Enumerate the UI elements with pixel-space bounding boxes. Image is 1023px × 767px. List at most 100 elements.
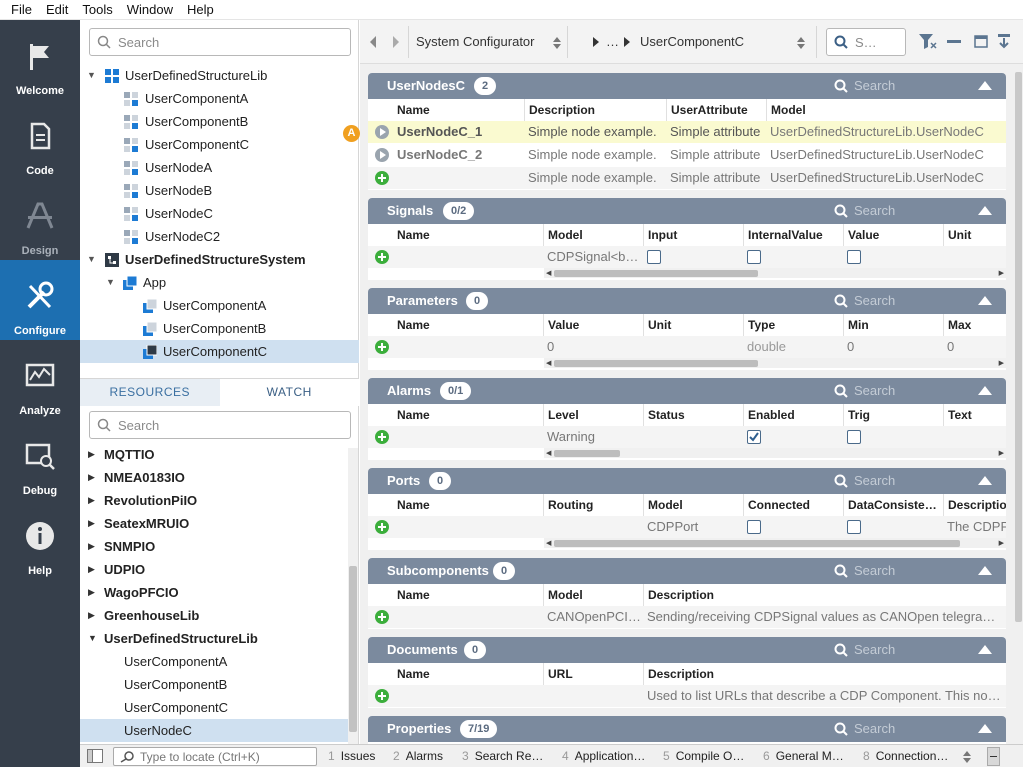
node-model[interactable]: UserDefinedStructureLib.UserNodeC xyxy=(766,144,1004,166)
resource-item[interactable]: ▼ UserDefinedStructureLib xyxy=(80,627,348,650)
collapse-icon[interactable] xyxy=(978,645,992,654)
menu-help[interactable]: Help xyxy=(180,0,221,20)
tree-item-usercomponenta[interactable]: UserComponentA xyxy=(80,87,359,110)
add-document-button[interactable] xyxy=(375,689,389,703)
forward-arrow-icon[interactable] xyxy=(391,36,401,48)
download-icon[interactable] xyxy=(997,34,1011,50)
dataconsistency-checkbox[interactable] xyxy=(847,520,861,534)
scroll-right-icon[interactable]: ▶ xyxy=(999,269,1004,277)
signal-model[interactable]: CDPSignal<b… xyxy=(543,246,641,268)
tree-item-usercomponentc[interactable]: UserComponentC xyxy=(80,133,359,156)
locate-input[interactable]: Type to locate (Ctrl+K) xyxy=(113,747,317,766)
resource-item[interactable]: ▶ RevolutionPiIO xyxy=(80,489,348,512)
col-input[interactable]: Input xyxy=(643,224,743,246)
node-attribute[interactable]: Simple attribute xyxy=(666,144,766,166)
chevron-right-icon[interactable]: ▶ xyxy=(88,535,95,558)
scrollbar-thumb[interactable] xyxy=(554,450,620,457)
nav-debug[interactable]: Debug xyxy=(0,420,80,500)
table-row[interactable] xyxy=(368,426,1006,448)
breadcrumb-current[interactable]: UserComponentC xyxy=(640,20,744,64)
col-model[interactable]: Model xyxy=(643,494,743,516)
chevron-right-icon[interactable]: ▶ xyxy=(88,466,95,489)
col-connected[interactable]: Connected xyxy=(743,494,843,516)
node-description[interactable]: Simple node example. xyxy=(524,144,666,166)
col-trig[interactable]: Trig xyxy=(843,404,943,426)
nav-configure[interactable]: Configure xyxy=(0,260,80,340)
play-icon[interactable] xyxy=(375,148,389,162)
col-type[interactable]: Type xyxy=(743,314,843,336)
alarms-hscrollbar[interactable]: ◀ ▶ xyxy=(544,448,1006,458)
scroll-left-icon[interactable]: ◀ xyxy=(546,449,551,457)
chevron-right-icon[interactable]: ▶ xyxy=(88,581,95,604)
status-tab-search-results[interactable]: 3 Search Re… xyxy=(462,749,543,763)
col-level[interactable]: Level xyxy=(543,404,643,426)
scroll-right-icon[interactable]: ▶ xyxy=(999,359,1004,367)
section-header[interactable]: Alarms 0/1 Search xyxy=(368,378,1006,404)
toolbar-search-input[interactable]: S… xyxy=(826,28,906,56)
scrollbar-thumb[interactable] xyxy=(554,360,758,367)
updown-icon[interactable] xyxy=(963,751,971,763)
collapse-icon[interactable] xyxy=(978,386,992,395)
resource-item[interactable]: ▶ WagoPFCIO xyxy=(80,581,348,604)
resource-item[interactable]: ▶ NMEA0183IO xyxy=(80,466,348,489)
enabled-checkbox[interactable] xyxy=(747,430,761,444)
col-model[interactable]: Model xyxy=(543,584,643,606)
col-name[interactable]: Name xyxy=(393,663,543,685)
add-port-button[interactable] xyxy=(375,520,389,534)
resource-item[interactable]: ▶ SNMPIO xyxy=(80,535,348,558)
scrollbar-thumb[interactable] xyxy=(554,270,758,277)
col-userattribute[interactable]: UserAttribute xyxy=(666,99,766,121)
tab-watch[interactable]: WATCH xyxy=(219,379,359,406)
signals-hscrollbar[interactable]: ◀ ▶ xyxy=(544,268,1006,278)
col-unit[interactable]: Unit xyxy=(943,224,1006,246)
scrollbar-thumb[interactable] xyxy=(1015,72,1022,622)
status-tab-connection[interactable]: 8 Connection… xyxy=(863,749,948,763)
nav-code[interactable]: Code xyxy=(0,100,80,180)
node-model[interactable]: UserDefinedStructureLib.UserNodeC xyxy=(766,121,1004,143)
chevron-right-icon[interactable]: ▶ xyxy=(88,443,95,466)
scroll-right-icon[interactable]: ▶ xyxy=(999,449,1004,457)
document-description[interactable]: Used to list URLs that describe a CDP Co… xyxy=(643,685,1003,707)
tab-resources[interactable]: RESOURCES xyxy=(80,379,220,406)
col-description[interactable]: Description xyxy=(524,99,666,121)
resources-search-input[interactable]: Search xyxy=(89,411,351,439)
tree-item-usercomponentb[interactable]: UserComponentB xyxy=(80,110,359,133)
col-name[interactable]: Name xyxy=(393,404,543,426)
port-description[interactable]: The CDPP xyxy=(943,516,1006,538)
updown-icon[interactable] xyxy=(553,37,561,49)
tree-item-usernodea[interactable]: UserNodeA xyxy=(80,156,359,179)
resource-item[interactable]: ▶ SeatexMRUIO xyxy=(80,512,348,535)
chevron-right-icon[interactable]: ▶ xyxy=(88,512,95,535)
resource-item[interactable]: UserComponentB xyxy=(80,673,348,696)
resource-item[interactable]: UserComponentA xyxy=(80,650,348,673)
status-tab-compile-output[interactable]: 5 Compile O… xyxy=(663,749,744,763)
input-checkbox[interactable] xyxy=(647,250,661,264)
tree-item-userdefinedstructurelib[interactable]: ▼ UserDefinedStructureLib xyxy=(80,64,359,87)
col-description[interactable]: Description xyxy=(643,584,1006,606)
scroll-left-icon[interactable]: ◀ xyxy=(546,269,551,277)
tree-item-app-usercomponentb[interactable]: UserComponentB xyxy=(80,317,359,340)
resources-scrollbar[interactable] xyxy=(348,448,358,744)
nav-design[interactable]: Design xyxy=(0,180,80,260)
ports-hscrollbar[interactable]: ◀ ▶ xyxy=(544,538,1006,548)
section-header[interactable]: UserNodesC 2 Search xyxy=(368,73,1006,99)
chevron-down-icon[interactable]: ▼ xyxy=(87,248,97,271)
col-model[interactable]: Model xyxy=(766,99,1006,121)
section-header[interactable]: Ports 0 Search xyxy=(368,468,1006,494)
minimize-icon[interactable] xyxy=(947,40,961,43)
node-name[interactable]: UserNodeC_2 xyxy=(393,144,524,166)
play-icon[interactable] xyxy=(375,125,389,139)
nav-analyze[interactable]: Analyze xyxy=(0,340,80,420)
menu-file[interactable]: File xyxy=(4,0,39,20)
col-name[interactable]: Name xyxy=(393,224,543,246)
add-node-button[interactable] xyxy=(375,171,389,185)
resource-item[interactable]: UserNodeC xyxy=(80,719,348,742)
node-attribute[interactable]: Simple attribute xyxy=(666,167,766,189)
chevron-down-icon[interactable]: ▼ xyxy=(88,627,97,650)
col-url[interactable]: URL xyxy=(543,663,643,685)
col-value[interactable]: Value xyxy=(543,314,643,336)
menu-tools[interactable]: Tools xyxy=(75,0,119,20)
scrollbar-thumb[interactable] xyxy=(554,540,960,547)
tree-item-usernodec[interactable]: UserNodeC xyxy=(80,202,359,225)
section-header[interactable]: Signals 0/2 Search xyxy=(368,198,1006,224)
